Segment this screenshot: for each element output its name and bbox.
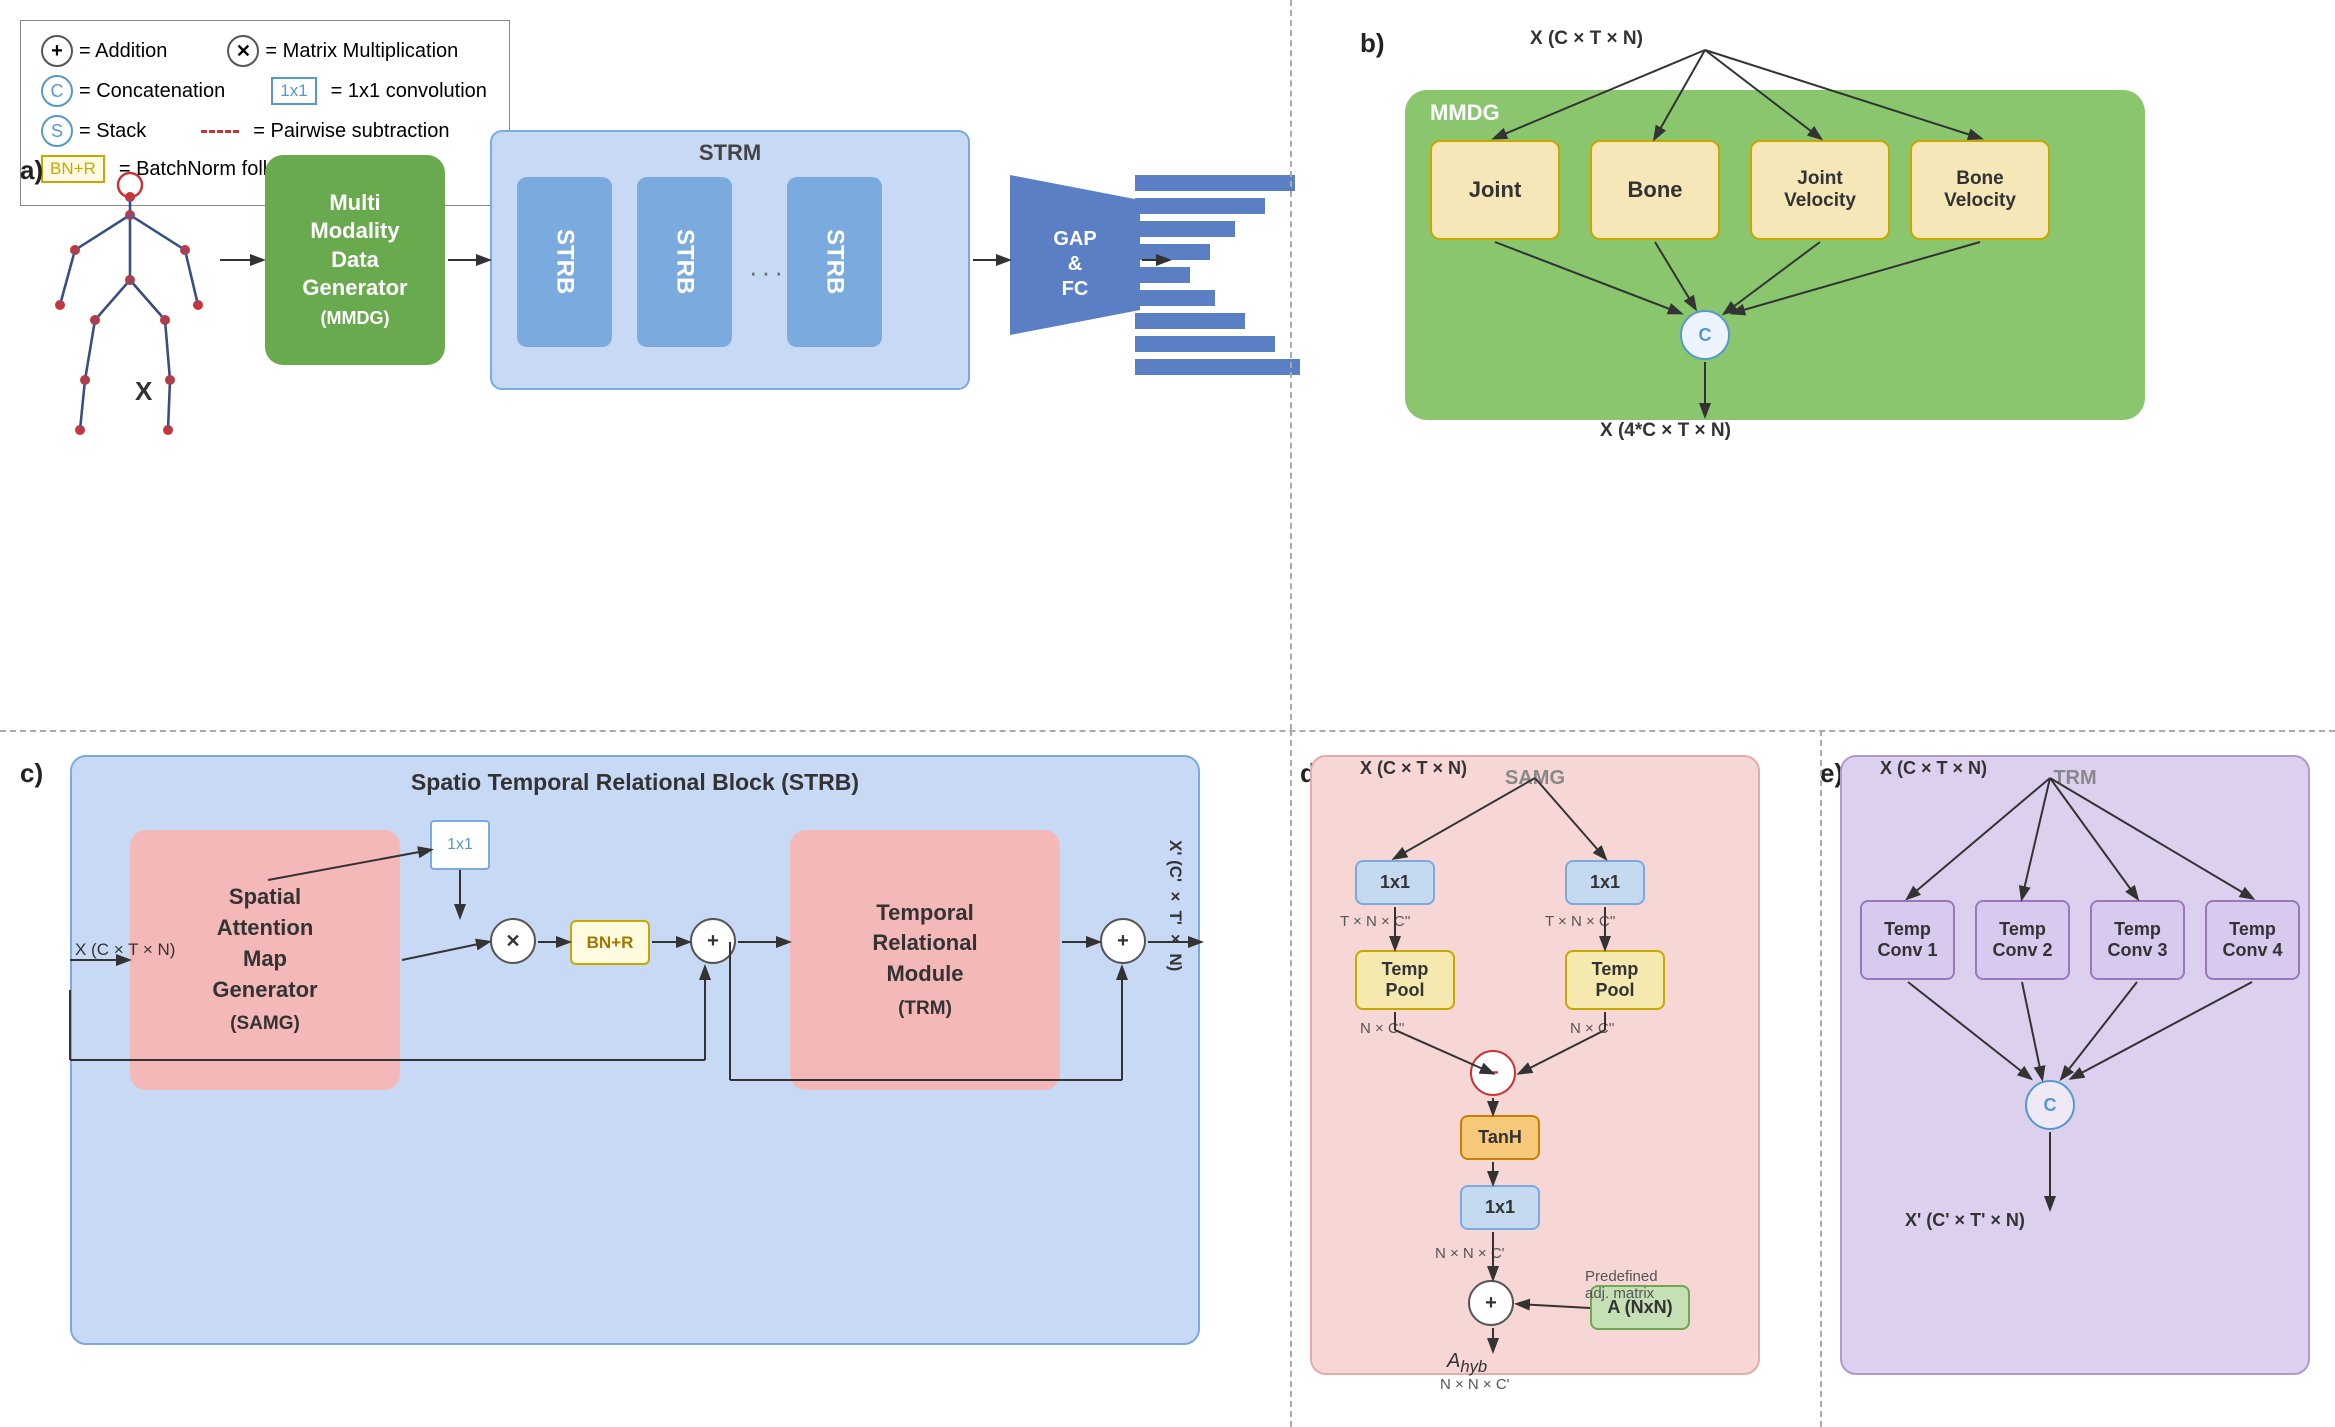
- b-output-label: X (4*C × T × N): [1600, 420, 1731, 442]
- c-samg-abbr: (SAMG): [230, 1011, 300, 1038]
- c-output-label: X' (C' × T' × N): [1165, 840, 1185, 971]
- vertical-divider-3: [1820, 730, 1822, 1427]
- section-b-label: b): [1360, 28, 1385, 59]
- bar-1: [1135, 175, 1295, 191]
- bar-7: [1135, 313, 1245, 329]
- dots: ···: [749, 257, 787, 288]
- e-temp-conv4: TempConv 4: [2205, 900, 2300, 980]
- d-nc1: N × C'': [1360, 1020, 1405, 1037]
- svg-text:X: X: [135, 376, 153, 406]
- b-concat-circle: C: [1680, 310, 1730, 360]
- strb-title: Spatio Temporal Relational Block (STRB): [411, 769, 859, 796]
- mmdg-box: MultiModalityDataGenerator(MMDG): [265, 155, 445, 365]
- vertical-divider-1: [1290, 0, 1292, 730]
- bar-3: [1135, 221, 1235, 237]
- b-mmdg-label: MMDG: [1430, 100, 1500, 126]
- gap-fc-box: GAP & FC: [1010, 175, 1140, 335]
- bar-8: [1135, 336, 1275, 352]
- stack-icon: S: [41, 115, 73, 147]
- c-samg-box: SpatialAttentionMapGenerator (SAMG): [130, 830, 400, 1090]
- c-trm-abbr: (TRM): [898, 996, 952, 1023]
- c-plus2-circle: +: [1100, 918, 1146, 964]
- bar-2: [1135, 198, 1265, 214]
- svg-text:&: &: [1068, 253, 1082, 275]
- e-input-label: X (C × T × N): [1880, 758, 1987, 779]
- bar-6: [1135, 290, 1215, 306]
- e-temp-conv2: TempConv 2: [1975, 900, 2070, 980]
- conv-icon: 1x1: [271, 77, 316, 105]
- pairwise-label: = Pairwise subtraction: [253, 120, 449, 143]
- strb-box-1: STRB: [517, 177, 612, 347]
- horizontal-divider: [0, 730, 2335, 732]
- d-conv2: 1x1: [1565, 860, 1645, 905]
- addition-label: = Addition: [79, 40, 167, 63]
- c-trm-text: TemporalRelationalModule: [872, 898, 977, 990]
- d-conv3: 1x1: [1460, 1185, 1540, 1230]
- e-trm-area: TRM: [1840, 755, 2310, 1375]
- strb-box-3: STRB: [787, 177, 882, 347]
- c-bnr-box: BN+R: [570, 920, 650, 965]
- legend-row-stack: S = Stack = Pairwise subtraction: [41, 115, 489, 147]
- d-conv1: 1x1: [1355, 860, 1435, 905]
- legend-row-concat: C = Concatenation 1x1 = 1x1 convolution: [41, 75, 489, 107]
- concat-label: = Concatenation: [79, 80, 225, 103]
- c-trm-box: TemporalRelationalModule (TRM): [790, 830, 1060, 1090]
- strm-label: STRM: [699, 140, 761, 166]
- d-minus-circle: −: [1470, 1050, 1516, 1096]
- d-temp-pool1: TempPool: [1355, 950, 1455, 1010]
- svg-text:FC: FC: [1062, 278, 1089, 300]
- b-bone-vel-box: BoneVelocity: [1910, 140, 2050, 240]
- svg-text:GAP: GAP: [1053, 228, 1096, 250]
- c-mult-circle: ✕: [490, 918, 536, 964]
- e-temp-conv3: TempConv 3: [2090, 900, 2185, 980]
- strm-area: STRM STRB STRB ··· STRB: [490, 130, 970, 390]
- d-nc2: N × C'': [1570, 1020, 1615, 1037]
- d-samg-area: SAMG: [1310, 755, 1760, 1375]
- strb-box-2: STRB: [637, 177, 732, 347]
- legend-row-addition: + = Addition ✕ = Matrix Multiplication: [41, 35, 489, 67]
- d-tnc1: T × N × C'': [1340, 913, 1410, 930]
- d-tnc2: T × N × C'': [1545, 913, 1615, 930]
- d-input-label: X (C × T × N): [1360, 758, 1467, 779]
- d-plus-circle: +: [1468, 1280, 1514, 1326]
- pairwise-icon: [201, 130, 239, 133]
- c-input-label: X (C × T × N): [75, 940, 175, 960]
- b-bone-box: Bone: [1590, 140, 1720, 240]
- stack-label: = Stack: [79, 120, 146, 143]
- d-ahyb: Ahyb: [1447, 1350, 1487, 1377]
- d-predefined: Predefinedadj. matrix: [1585, 1268, 1658, 1302]
- bar-5: [1135, 267, 1190, 283]
- matrix-mult-label: = Matrix Multiplication: [265, 40, 458, 63]
- d-tanh: TanH: [1460, 1115, 1540, 1160]
- c-plus1-circle: +: [690, 918, 736, 964]
- b-joint-box: Joint: [1430, 140, 1560, 240]
- bar-9: [1135, 359, 1300, 375]
- vertical-divider-2: [1290, 730, 1292, 1427]
- bar-4: [1135, 244, 1210, 260]
- mmdg-text: MultiModalityDataGenerator(MMDG): [302, 189, 407, 332]
- e-trm-label: TRM: [2053, 767, 2096, 790]
- section-c-label: c): [20, 758, 43, 789]
- e-temp-conv1: TempConv 1: [1860, 900, 1955, 980]
- b-joint-vel-box: JointVelocity: [1750, 140, 1890, 240]
- skeleton-figure: X: [40, 160, 220, 450]
- matrix-mult-icon: ✕: [227, 35, 259, 67]
- e-concat-circle: C: [2025, 1080, 2075, 1130]
- d-temp-pool2: TempPool: [1565, 950, 1665, 1010]
- b-input-label: X (C × T × N): [1530, 28, 1643, 50]
- conv-label: = 1x1 convolution: [331, 80, 487, 103]
- output-bars: [1135, 175, 1300, 375]
- concat-icon: C: [41, 75, 73, 107]
- c-samg-text: SpatialAttentionMapGenerator: [212, 882, 317, 1005]
- d-nxnxcp-bottom: N × N × C': [1440, 1376, 1510, 1393]
- c-conv1x1: 1x1: [430, 820, 490, 870]
- d-nxnxcp: N × N × C': [1435, 1245, 1505, 1262]
- plus-circle-icon: +: [41, 35, 73, 67]
- d-samg-label: SAMG: [1505, 767, 1565, 790]
- e-output-label: X' (C' × T' × N): [1905, 1210, 2025, 1231]
